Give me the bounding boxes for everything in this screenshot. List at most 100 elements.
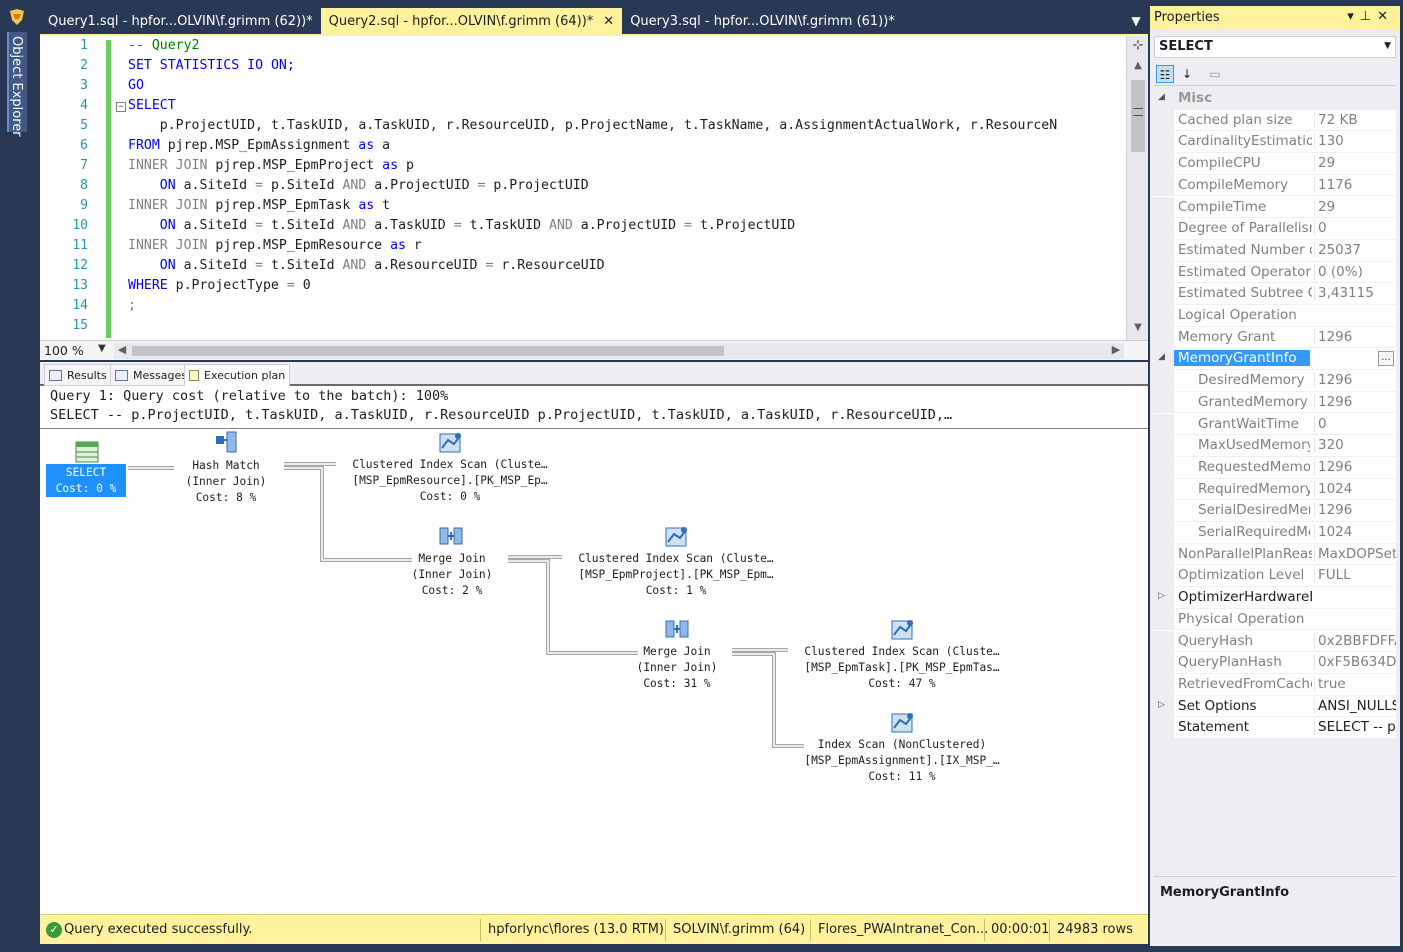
property-row[interactable]: RetrievedFromCache true [1154, 673, 1396, 696]
merge-join-icon[interactable] [438, 524, 464, 548]
tab-messages[interactable]: Messages [110, 364, 192, 386]
property-row[interactable]: Degree of Parallelism 0 [1154, 218, 1396, 240]
execution-plan-pane[interactable]: Query 1: Query cost (relative to the bat… [40, 386, 1148, 914]
property-row[interactable]: RequestedMemory1296 [1154, 456, 1396, 479]
scroll-down-icon[interactable]: ▼ [1130, 322, 1146, 338]
object-selector[interactable]: SELECT ▼ [1154, 36, 1396, 58]
property-row[interactable]: Cached plan size 72 KB [1154, 109, 1396, 132]
property-value[interactable]: 3,43115 [1314, 285, 1396, 302]
code-area[interactable]: -- Query2 SET STATISTICS IO ON; GO SELEC… [128, 36, 1126, 340]
index-scan-assignment-node[interactable]: Index Scan (NonClustered) [MSP_EpmAssignm… [782, 737, 1022, 785]
collapse-icon[interactable]: ◢ [1158, 352, 1165, 362]
property-value[interactable]: 0xF5B634D4 [1314, 654, 1396, 671]
property-value[interactable]: 1296 [1314, 328, 1396, 345]
select-operator-icon[interactable] [74, 440, 100, 464]
property-pages-icon[interactable]: ▭ [1206, 65, 1224, 83]
properties-window-buttons[interactable]: ▾⊥✕ [1347, 9, 1394, 24]
ci-scan-project-node[interactable]: Clustered Index Scan (Cluste… [MSP_EpmPro… [556, 551, 796, 599]
property-value[interactable]: 0 [1314, 220, 1396, 237]
property-value[interactable]: 1296 [1314, 393, 1396, 410]
property-value[interactable]: 1296 [1314, 502, 1396, 519]
chevron-down-icon[interactable]: ▼ [1384, 41, 1391, 51]
editor-horizontal-scrollbar[interactable]: ◀ ▶ [114, 343, 1124, 359]
close-icon[interactable]: ✕ [1377, 9, 1394, 24]
property-row[interactable]: Estimated Operator C0 (0%) [1154, 261, 1396, 284]
property-row[interactable]: ◢ Misc [1154, 88, 1396, 110]
tab-execution-plan[interactable]: Execution plan [184, 364, 291, 386]
property-row[interactable]: Optimization Level FULL [1154, 565, 1396, 588]
property-row[interactable]: SerialRequiredMem1024 [1154, 522, 1396, 544]
ci-scan-resource-node[interactable]: Clustered Index Scan (Cluste… [MSP_EpmRes… [330, 457, 570, 505]
close-icon[interactable]: ✕ [603, 14, 614, 29]
property-value[interactable]: 29 [1314, 198, 1396, 215]
scroll-right-icon[interactable]: ▶ [1108, 343, 1124, 359]
property-row[interactable]: RequiredMemory 1024 [1154, 478, 1396, 501]
index-scan-icon[interactable] [890, 710, 916, 734]
ellipsis-button[interactable]: ... [1378, 351, 1394, 367]
property-row[interactable]: QueryHash 0x2BBFDFFA [1154, 630, 1396, 653]
property-value[interactable]: 1296 [1314, 372, 1396, 389]
property-value[interactable]: 1024 [1314, 480, 1396, 497]
property-value[interactable]: FULL [1314, 567, 1396, 584]
editor-vertical-scrollbar[interactable]: ⊹ ▲ ▼ [1126, 36, 1148, 342]
expand-icon[interactable]: ▷ [1158, 700, 1165, 710]
property-row[interactable]: Memory Grant 1296 [1154, 326, 1396, 349]
property-row[interactable]: Physical Operation [1154, 608, 1396, 631]
property-row[interactable]: Estimated Number of 25037 [1154, 239, 1396, 262]
property-row[interactable]: Estimated Subtree Cc 3,43115 [1154, 283, 1396, 305]
hscroll-thumb[interactable] [132, 346, 724, 356]
split-icon[interactable]: ⊹ [1130, 38, 1146, 56]
property-value[interactable]: true [1314, 675, 1396, 692]
tab-query3[interactable]: Query3.sql - hpfor...OLVIN\f.grimm (61))… [622, 8, 903, 34]
merge-join-1-node[interactable]: Merge Join (Inner Join) Cost: 2 % [390, 551, 514, 599]
categorized-icon[interactable]: ☷ [1156, 65, 1174, 83]
tab-query1[interactable]: Query1.sql - hpfor...OLVIN\f.grimm (62))… [40, 8, 321, 34]
sql-editor[interactable]: 1 2 3 4 5 6 7 8 9 10 11 12 13 14 15 − --… [40, 34, 1148, 342]
clustered-index-scan-icon[interactable] [438, 430, 464, 454]
merge-join-2-node[interactable]: Merge Join (Inner Join) Cost: 31 % [615, 644, 739, 692]
clustered-index-scan-icon[interactable] [890, 617, 916, 641]
property-row[interactable]: GrantWaitTime 0 [1154, 413, 1396, 436]
property-value[interactable]: SELECT -- p. [1314, 719, 1396, 736]
zoom-level[interactable]: 100 % [44, 343, 84, 358]
pin-icon[interactable]: ⊥ [1360, 9, 1377, 24]
expand-icon[interactable]: ▷ [1158, 591, 1165, 601]
collapse-icon[interactable]: − [116, 102, 126, 112]
property-row[interactable]: Logical Operation [1154, 305, 1396, 327]
property-value[interactable]: 72 KB [1314, 111, 1396, 128]
property-value[interactable]: 0 [1314, 415, 1396, 432]
hash-match-node[interactable]: Hash Match (Inner Join) Cost: 8 % [164, 458, 288, 506]
collapse-icon[interactable]: ◢ [1158, 92, 1165, 102]
hash-match-icon[interactable] [213, 430, 239, 454]
scroll-up-icon[interactable]: ▲ [1130, 60, 1146, 76]
property-row[interactable]: QueryPlanHash 0xF5B634D4 [1154, 652, 1396, 674]
property-row[interactable]: Statement SELECT -- p. [1154, 717, 1396, 739]
property-value[interactable]: 29 [1314, 155, 1396, 172]
property-row[interactable]: NonParallelPlanReascMaxDOPSetT [1154, 543, 1396, 566]
property-row[interactable]: ▷ Set Options ANSI_NULLS [1154, 695, 1396, 718]
chevron-down-icon[interactable]: ▼ [98, 343, 106, 354]
property-row[interactable]: DesiredMemory 1296 [1154, 370, 1396, 392]
property-grid[interactable]: ◢ Misc Cached plan size 72 KB CardinalityEst… [1154, 88, 1396, 739]
property-row[interactable]: CompileMemory 1176 [1154, 174, 1396, 197]
property-value[interactable]: 1024 [1314, 524, 1396, 540]
clustered-index-scan-icon[interactable] [664, 524, 690, 548]
property-value[interactable]: MaxDOPSetT [1314, 545, 1396, 562]
chevron-down-icon[interactable]: ▾ [1347, 9, 1360, 24]
property-row[interactable]: CardinalityEstimation 130 [1154, 131, 1396, 154]
property-value[interactable]: 1176 [1314, 176, 1396, 193]
property-value[interactable]: 25037 [1314, 241, 1396, 258]
property-value[interactable]: 1296 [1314, 458, 1396, 475]
property-row[interactable]: GrantedMemory 1296 [1154, 391, 1396, 414]
scroll-left-icon[interactable]: ◀ [114, 343, 130, 359]
property-row[interactable]: CompileTime 29 [1154, 196, 1396, 219]
property-row[interactable]: SerialDesiredMem 1296 [1154, 500, 1396, 522]
property-value[interactable]: 0x2BBFDFFA [1314, 632, 1396, 649]
alphabetical-icon[interactable]: ↓ [1178, 65, 1196, 83]
tab-results[interactable]: Results [44, 364, 112, 386]
tab-overflow-icon[interactable]: ▼ [1124, 8, 1148, 34]
tab-query2[interactable]: Query2.sql - hpfor...OLVIN\f.grimm (64))… [320, 8, 623, 34]
property-value[interactable]: ANSI_NULLS [1314, 697, 1396, 714]
ci-scan-task-node[interactable]: Clustered Index Scan (Cluste… [MSP_EpmTas… [782, 644, 1022, 692]
property-row[interactable]: MaxUsedMemory 320 [1154, 435, 1396, 457]
